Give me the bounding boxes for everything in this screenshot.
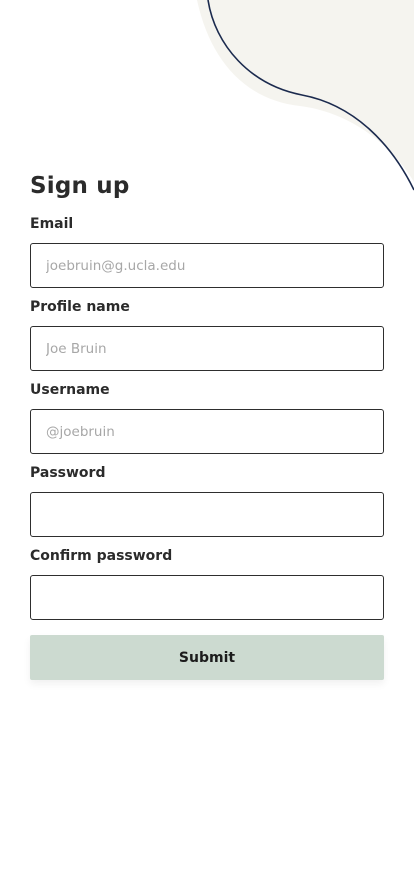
- profile-name-field-group: Profile name: [30, 297, 384, 371]
- decorative-blob-fill: [197, 0, 414, 182]
- profile-name-label: Profile name: [30, 299, 130, 315]
- email-field-group: Email: [30, 214, 384, 288]
- username-label: Username: [30, 382, 110, 398]
- email-label: Email: [30, 216, 74, 232]
- signup-form: Sign up Email Profile name Username Pass…: [30, 168, 384, 680]
- submit-button[interactable]: Submit: [30, 635, 384, 680]
- password-input[interactable]: [30, 492, 384, 537]
- email-input[interactable]: [30, 243, 384, 288]
- confirm-password-field-group: Confirm password: [30, 546, 384, 620]
- password-label: Password: [30, 465, 106, 481]
- password-field-group: Password: [30, 463, 384, 537]
- confirm-password-input[interactable]: [30, 575, 384, 620]
- profile-name-input[interactable]: [30, 326, 384, 371]
- username-field-group: Username: [30, 380, 384, 454]
- page-title: Sign up: [30, 173, 130, 199]
- confirm-password-label: Confirm password: [30, 548, 173, 564]
- username-input[interactable]: [30, 409, 384, 454]
